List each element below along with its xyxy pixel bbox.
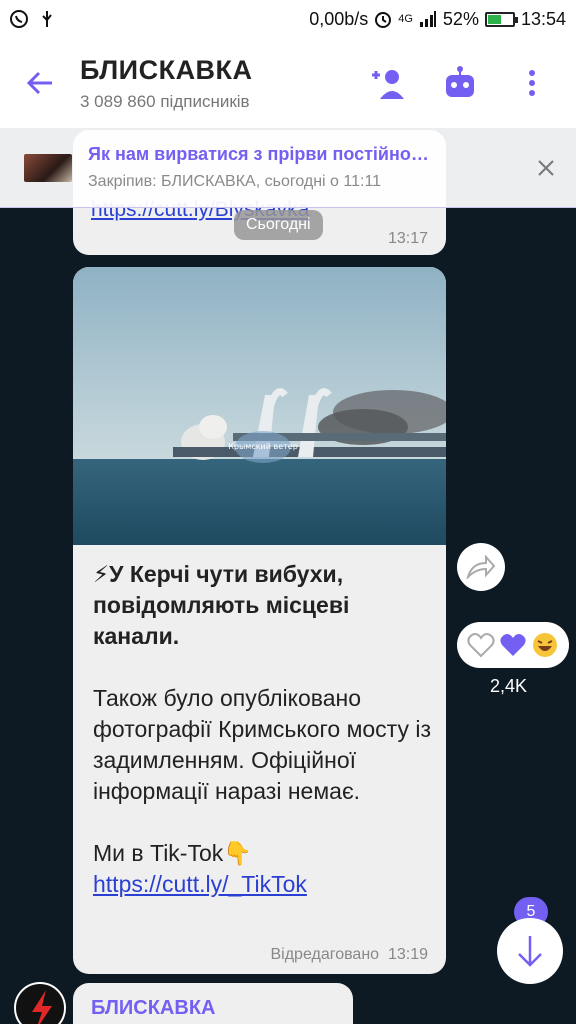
tiktok-text: Ми в Tik-Tok👇 bbox=[93, 840, 252, 866]
usb-icon bbox=[38, 10, 56, 28]
message-photo[interactable]: Крымский ветер bbox=[73, 267, 446, 545]
signal-icon bbox=[419, 10, 437, 28]
next-message-bubble[interactable]: БЛИСКАВКА bbox=[73, 983, 353, 1024]
pinned-meta: Закріпив: БЛИСКАВКА, сьогодні о 11:11 bbox=[88, 173, 382, 190]
viber-notification-icon bbox=[10, 10, 28, 28]
next-message-sender: БЛИСКАВКА bbox=[91, 997, 216, 1019]
more-options-button[interactable] bbox=[510, 61, 554, 105]
close-pinned-button[interactable] bbox=[516, 158, 576, 178]
heart-outline-icon[interactable] bbox=[467, 632, 495, 658]
tiktok-link[interactable]: https://cutt.ly/_TikTok bbox=[93, 869, 438, 900]
status-bar: 0,00b/s 4G 52% 13:54 bbox=[0, 0, 576, 38]
add-person-icon bbox=[372, 70, 404, 99]
forward-arrow-icon bbox=[466, 555, 496, 579]
channel-avatar[interactable] bbox=[14, 982, 66, 1024]
clock: 13:54 bbox=[520, 8, 566, 29]
lightning-logo-icon bbox=[32, 990, 52, 1024]
heart-filled-icon bbox=[500, 634, 526, 656]
pinned-thumbnail bbox=[24, 153, 72, 182]
date-divider: Сьогодні bbox=[234, 210, 323, 240]
network-speed: 0,00b/s bbox=[309, 8, 369, 29]
alarm-icon bbox=[374, 10, 392, 28]
kebab-menu-icon bbox=[529, 70, 535, 96]
previous-message-time: 13:17 bbox=[387, 230, 428, 247]
robot-icon bbox=[446, 66, 474, 97]
chat-header: БЛИСКАВКА 3 089 860 підписників bbox=[0, 38, 576, 128]
reactions-pill[interactable] bbox=[457, 622, 569, 668]
close-icon bbox=[538, 159, 554, 176]
channel-info[interactable]: БЛИСКАВКА 3 089 860 підписників bbox=[80, 55, 366, 112]
scroll-down-button[interactable] bbox=[497, 918, 563, 984]
message-bubble[interactable]: Крымский ветер ⚡У Керчі чути вибухи, пов… bbox=[73, 267, 446, 974]
add-member-button[interactable] bbox=[366, 61, 410, 105]
laughing-emoji-icon bbox=[533, 633, 557, 657]
channel-title: БЛИСКАВКА bbox=[80, 54, 253, 85]
network-type: 4G bbox=[398, 13, 413, 25]
back-button[interactable] bbox=[0, 38, 80, 128]
message-headline: ⚡У Керчі чути вибухи, повідомляють місце… bbox=[93, 561, 350, 649]
pinned-message-bar[interactable]: Як нам вирватися з прірви постійно… Закр… bbox=[0, 128, 576, 208]
subscriber-count: 3 089 860 підписників bbox=[80, 91, 250, 111]
arrow-down-icon bbox=[518, 936, 542, 967]
message-time: 13:19 bbox=[387, 946, 428, 963]
edited-label: Відредаговано bbox=[270, 946, 380, 963]
message-body-text: Також було опубліковано фотографії Кримс… bbox=[93, 685, 432, 804]
arrow-left-icon bbox=[26, 71, 52, 95]
battery-percent: 52% bbox=[442, 8, 479, 29]
reaction-count: 2,4K bbox=[490, 676, 528, 696]
pinned-title: Як нам вирватися з прірви постійно… bbox=[88, 144, 429, 164]
bot-button[interactable] bbox=[438, 61, 482, 105]
photo-watermark-text: Крымский ветер bbox=[228, 442, 298, 451]
battery-icon bbox=[484, 11, 518, 27]
share-button[interactable] bbox=[457, 543, 505, 591]
